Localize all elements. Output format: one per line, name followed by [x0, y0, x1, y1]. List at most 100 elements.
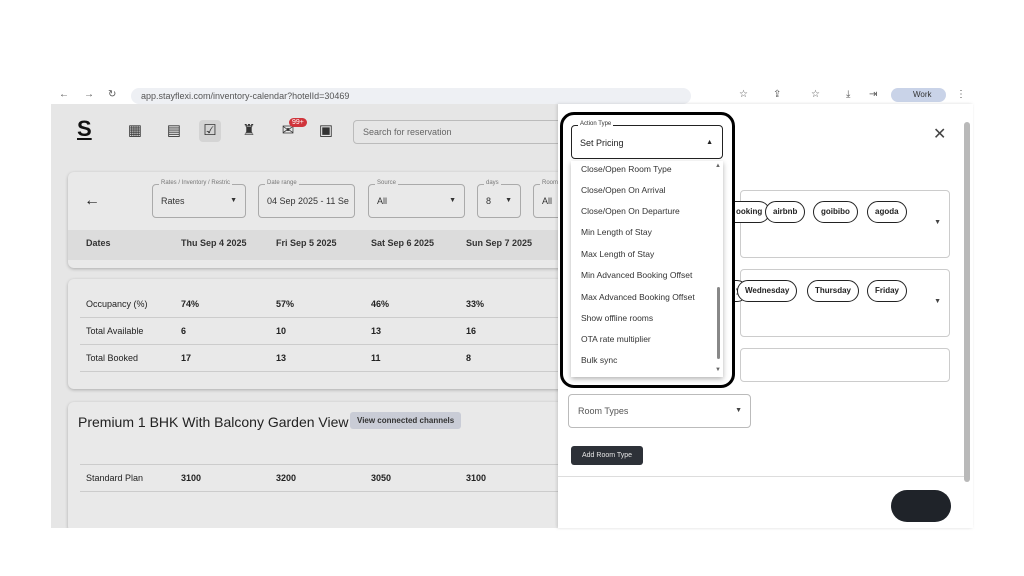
bookmark-icon[interactable]: ☆	[739, 89, 748, 100]
date-range-input[interactable]: Date range 04 Sep 2025 - 11 Se	[258, 179, 355, 218]
rate-input[interactable]	[740, 348, 950, 382]
room-value: All	[542, 196, 553, 206]
rate-cell[interactable]: 3100	[181, 465, 201, 491]
menu-item[interactable]: Min Length of Stay	[581, 227, 652, 237]
menu-item[interactable]: Max Length of Stay	[581, 249, 654, 259]
profile-chip[interactable]: Work	[891, 88, 946, 102]
dashboard-icon[interactable]: ▦	[124, 120, 146, 142]
table-row: Occupancy (%) 74% 57% 46% 33%	[80, 291, 568, 318]
header-date-1: Thu Sep 4 2025	[181, 238, 247, 248]
bookmarks-icon[interactable]: ☆	[811, 89, 820, 100]
panel-scrollbar[interactable]	[964, 122, 970, 482]
table-cell[interactable]: 57%	[276, 291, 294, 317]
table-cell[interactable]: 13	[276, 345, 286, 371]
room-title: Premium 1 BHK With Balcony Garden View	[78, 414, 349, 430]
divider	[558, 476, 968, 477]
back-icon[interactable]: ←	[59, 89, 69, 100]
filter-card: ← Rates / Inventory / Restric Rates ▼ Da…	[68, 172, 573, 268]
row-label: Total Available	[86, 326, 144, 336]
notification-badge: 99+	[289, 118, 307, 127]
days-multiselect[interactable]: y Wednesday Thursday Friday ▼	[729, 269, 950, 337]
submit-button[interactable]	[891, 490, 951, 522]
table-cell[interactable]: 17	[181, 345, 191, 371]
table-cell[interactable]: 8	[466, 345, 471, 371]
calendar-icon[interactable]: ▤	[163, 120, 185, 142]
channels-select[interactable]: ooking airbnb goibibo agoda ▼	[729, 190, 950, 258]
image-icon[interactable]: ▣	[315, 120, 337, 142]
table-cell[interactable]: 10	[276, 318, 286, 344]
menu-item[interactable]: Close/Open On Arrival	[581, 185, 666, 195]
menu-item[interactable]: Close/Open Room Type	[581, 164, 672, 174]
menu-scrollbar[interactable]	[717, 287, 720, 359]
header-date-3: Sat Sep 6 2025	[371, 238, 435, 248]
table-cell[interactable]: 16	[466, 318, 476, 344]
date-range-label: Date range	[265, 179, 299, 188]
menu-icon[interactable]: ⋮	[956, 89, 966, 100]
action-type-menu: Close/Open Room Type Close/Open On Arriv…	[571, 161, 723, 377]
table-cell[interactable]: 6	[181, 318, 186, 344]
room-card: Premium 1 BHK With Balcony Garden View V…	[68, 402, 568, 528]
table-cell[interactable]: 46%	[371, 291, 389, 317]
source-value: All	[377, 196, 388, 206]
header-date-4: Sun Sep 7 2025	[466, 238, 533, 248]
menu-item[interactable]: Show offline rooms	[581, 313, 653, 323]
share-icon[interactable]: ⇪	[773, 89, 781, 100]
day-chip[interactable]: Wednesday	[737, 280, 798, 302]
housekeeping-icon[interactable]: ♜	[238, 120, 260, 142]
room-types-select[interactable]: Room Types ▼	[568, 394, 751, 428]
extension-icon[interactable]: ⇥	[869, 89, 877, 100]
room-types-placeholder: Room Types	[578, 406, 629, 416]
logo[interactable]: S	[77, 116, 92, 142]
action-type-value: Set Pricing	[580, 138, 624, 148]
reload-icon[interactable]: ↻	[108, 89, 116, 100]
rate-cell[interactable]: 3050	[371, 465, 391, 491]
add-room-type-button[interactable]: Add Room Type	[571, 446, 644, 465]
table-row: Total Available 6 10 13 16	[80, 318, 568, 345]
menu-item[interactable]: Bulk sync	[581, 355, 617, 365]
source-select[interactable]: Source All ▼	[368, 179, 465, 218]
inventory-calendar-icon[interactable]: ☑	[199, 120, 221, 142]
room-label: Room	[540, 179, 561, 188]
scroll-up-icon[interactable]: ▲	[715, 163, 721, 169]
view-value: Rates	[161, 196, 185, 206]
header-dates: Dates	[86, 238, 111, 248]
source-label: Source	[375, 179, 399, 188]
view-connected-channels-button[interactable]: View connected channels	[350, 412, 462, 429]
address-bar[interactable]: app.stayflexi.com/inventory-calendar?hot…	[131, 88, 691, 104]
days-select[interactable]: days 8 ▼	[477, 179, 521, 218]
table-cell[interactable]: 13	[371, 318, 381, 344]
search-input[interactable]: Search for reservation	[353, 120, 563, 144]
table-row: Total Booked 17 13 11 8	[80, 345, 568, 372]
table-row: Standard Plan 3100 3200 3050 3100	[80, 464, 568, 492]
forward-icon[interactable]: →	[84, 89, 94, 100]
chevron-down-icon: ▼	[505, 197, 512, 204]
menu-item[interactable]: Min Advanced Booking Offset	[581, 270, 692, 280]
days-value: 8	[486, 196, 492, 206]
day-chip[interactable]: Thursday	[807, 280, 860, 302]
table-cell[interactable]: 11	[371, 345, 381, 371]
menu-item[interactable]: OTA rate multiplier	[581, 334, 651, 344]
channel-chip[interactable]: agoda	[867, 201, 907, 223]
action-type-select[interactable]: Action Type Set Pricing ▲	[571, 120, 723, 159]
view-select[interactable]: Rates / Inventory / Restric Rates ▼	[152, 179, 246, 218]
row-label: Total Booked	[86, 353, 139, 363]
scroll-down-icon[interactable]: ▼	[715, 367, 721, 373]
rate-cell[interactable]: 3100	[466, 465, 486, 491]
close-icon[interactable]: ✕	[933, 124, 946, 144]
menu-item[interactable]: Close/Open On Departure	[581, 206, 680, 216]
date-range-value: 04 Sep 2025 - 11 Se	[267, 196, 349, 206]
back-arrow-icon[interactable]: ←	[84, 192, 100, 210]
table-cell[interactable]: 33%	[466, 291, 484, 317]
rate-cell[interactable]: 3200	[276, 465, 296, 491]
top-nav: S ▦ ▤ ☑ ♜ ✉ 99+ ▣ Search for reservation	[51, 104, 563, 158]
chevron-down-icon: ▼	[449, 197, 456, 204]
chevron-down-icon: ▼	[735, 407, 742, 414]
day-chip[interactable]: Friday	[867, 280, 908, 302]
browser-toolbar: ← → ↻ app.stayflexi.com/inventory-calend…	[51, 88, 973, 104]
menu-item[interactable]: Max Advanced Booking Offset	[581, 292, 695, 302]
chevron-up-icon: ▲	[706, 139, 713, 146]
channel-chip[interactable]: airbnb	[765, 201, 806, 223]
download-icon[interactable]: ⤓	[846, 89, 850, 100]
channel-chip[interactable]: goibibo	[813, 201, 858, 223]
table-cell[interactable]: 74%	[181, 291, 199, 317]
